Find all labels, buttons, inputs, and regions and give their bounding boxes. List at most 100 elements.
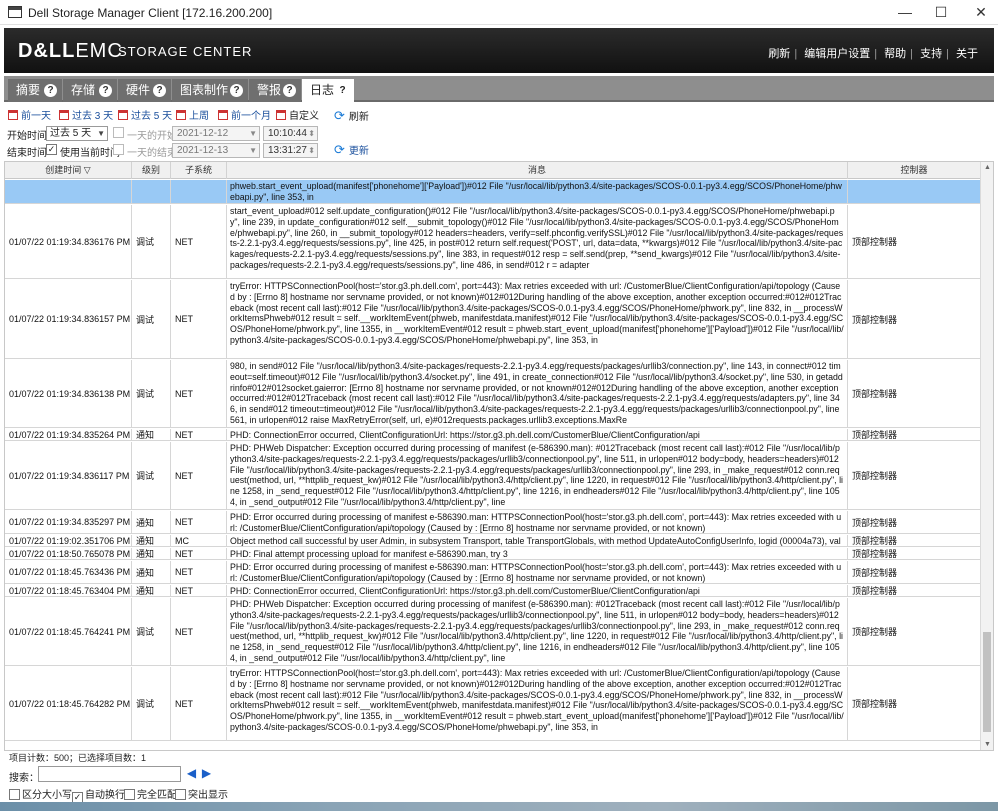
range-previous-day-button[interactable]: 前一天 (8, 110, 51, 124)
end-of-day-checkbox[interactable] (113, 144, 124, 155)
calendar-icon (59, 110, 69, 120)
cell-subsystem: NET (171, 667, 227, 740)
cell-message: 980, in send#012 File "/usr/local/lib/py… (227, 360, 848, 427)
column-controller[interactable]: 控制器 (848, 162, 981, 179)
option-word-wrap[interactable]: ✓ 自动换行 (72, 786, 125, 803)
header-link-about[interactable]: 关于 (954, 48, 980, 60)
help-icon[interactable]: ? (230, 84, 243, 97)
header-link-refresh[interactable]: 刷新 (766, 48, 792, 60)
search-bar: 搜索： ◀ ▶ (4, 765, 994, 784)
tab-label: 日志 (310, 83, 335, 97)
checkbox[interactable] (9, 789, 20, 800)
header-link-support[interactable]: 支持 (918, 48, 944, 60)
table-row[interactable]: 01/07/22 01:19:34.836176 PM 调试 NET start_ev… (5, 205, 981, 279)
checkbox[interactable] (124, 789, 135, 800)
table-row[interactable]: 01/07/22 01:19:34.836138 PM 调试 NET 980, in … (5, 360, 981, 428)
table-row[interactable]: 01/07/22 01:19:34.835297 PM 通知 NET PHD: Err… (5, 511, 981, 534)
cell-level: 通知 (132, 511, 171, 533)
search-previous-icon[interactable]: ◀ (186, 766, 197, 780)
scrollbar-thumb[interactable] (983, 632, 991, 732)
range-past-5-days-button[interactable]: 过去 5 天 (118, 110, 172, 124)
column-subsystem[interactable]: 子系统 (171, 162, 227, 179)
tab-label: 硬件 (126, 83, 151, 97)
column-message[interactable]: 消息 (227, 162, 848, 179)
range-last-week-button[interactable]: 上周 (176, 110, 209, 124)
range-previous-month-button[interactable]: 前一个月 (218, 110, 271, 124)
start-of-day-checkbox[interactable] (113, 127, 124, 138)
cell-message: tryError: HTTPSConnectionPool(host='stor… (227, 280, 848, 358)
cell-subsystem: NET (171, 280, 227, 358)
help-icon[interactable]: ? (336, 84, 349, 97)
cell-created-time: 01/07/22 01:18:45.763436 PM (5, 561, 132, 583)
scroll-down-icon[interactable]: ▼ (984, 741, 991, 748)
table-header: 创建时间 ▽ 级别 子系统 消息 控制器 (5, 162, 981, 179)
cell-subsystem: MC (171, 535, 227, 546)
log-table: 创建时间 ▽ 级别 子系统 消息 控制器 phweb.start_event_u… (4, 161, 994, 751)
range-custom-button[interactable]: 自定义 (276, 110, 319, 124)
help-icon[interactable]: ? (44, 84, 57, 97)
cell-message: PHD: ConnectionError occurred, ClientCon… (227, 585, 848, 596)
scroll-up-icon[interactable]: ▲ (984, 164, 991, 171)
option-case-sensitive[interactable]: 区分大小写 (9, 786, 72, 801)
cell-created-time: 01/07/22 01:19:34.836117 PM (5, 442, 132, 509)
cell-created-time: 01/07/22 01:19:34.835297 PM (5, 511, 132, 533)
refresh-button[interactable]: ⟳ 刷新 (334, 108, 369, 124)
tab-storage[interactable]: 存储 ? (63, 79, 117, 102)
tab-label: 警报 (257, 83, 282, 97)
chevron-down-icon: ▼ (249, 146, 257, 155)
start-date-field[interactable]: 2021-12-12 ▼ (172, 126, 260, 141)
column-created-time[interactable]: 创建时间 ▽ (5, 162, 132, 179)
table-row[interactable]: 01/07/22 01:19:34.836117 PM 调试 NET PHD: PHW… (5, 442, 981, 510)
table-row[interactable]: 01/07/22 01:18:50.765078 PM 通知 NET PHD: Fin… (5, 548, 981, 560)
search-label: 搜索： (9, 773, 39, 784)
start-time-select[interactable]: 过去 5 天 ▼ (46, 126, 108, 141)
table-row[interactable]: phweb.start_event_upload(manifest['phone… (5, 180, 981, 204)
search-next-icon[interactable]: ▶ (201, 766, 212, 780)
tab-hardware[interactable]: 硬件 ? (118, 79, 171, 102)
range-past-3-days-button[interactable]: 过去 3 天 (59, 110, 113, 124)
calendar-icon (218, 110, 228, 120)
header-link-edit-user-settings[interactable]: 编辑用户设置 (802, 48, 872, 60)
close-button[interactable]: ✕ (958, 0, 998, 25)
tab-logs[interactable]: 日志 ? (302, 79, 354, 102)
end-date-field[interactable]: 2021-12-13 ▼ (172, 143, 260, 158)
cell-message: PHD: Final attempt processing upload for… (227, 548, 848, 559)
table-row[interactable]: 01/07/22 01:19:34.836157 PM 调试 NET tryError… (5, 280, 981, 359)
tab-alerts[interactable]: 警报 ? (249, 79, 301, 102)
product-name: STORAGE CENTER (118, 44, 253, 59)
option-exact-match[interactable]: 完全匹配 (124, 786, 177, 801)
cell-controller: 顶部控制器 (848, 535, 981, 546)
cell-message: PHD: Error occurred during processing of… (227, 561, 848, 583)
tab-charting[interactable]: 图表制作 ? (172, 79, 248, 102)
spinner-icon: ⬍ (308, 129, 315, 138)
checkbox[interactable] (175, 789, 186, 800)
header-link-help[interactable]: 帮助 (882, 48, 908, 60)
cell-controller (848, 180, 981, 203)
help-icon[interactable]: ? (283, 84, 296, 97)
help-icon[interactable]: ? (99, 84, 112, 97)
chevron-down-icon: ▼ (249, 129, 257, 138)
table-row[interactable]: 01/07/22 01:19:02.351706 PM 通知 MC Object me… (5, 535, 981, 547)
refresh-icon: ⟳ (334, 108, 345, 123)
start-time-field[interactable]: 10:10:44 ⬍ (263, 126, 318, 141)
search-input[interactable] (38, 766, 181, 782)
table-row[interactable]: 01/07/22 01:18:45.764282 PM 调试 NET tryError… (5, 667, 981, 741)
cell-subsystem (171, 180, 227, 203)
option-highlight[interactable]: 突出显示 (175, 786, 228, 801)
table-row[interactable]: 01/07/22 01:18:45.764241 PM 调试 NET PHD: PHW… (5, 598, 981, 666)
help-icon[interactable]: ? (153, 84, 166, 97)
cell-subsystem: NET (171, 511, 227, 533)
calendar-icon (118, 110, 128, 120)
table-row[interactable]: 01/07/22 01:18:45.763404 PM 通知 NET PHD: Con… (5, 585, 981, 597)
update-button[interactable]: ⟳ 更新 (334, 143, 369, 158)
end-time-field[interactable]: 13:31:27 ⬍ (263, 143, 318, 158)
column-level[interactable]: 级别 (132, 162, 171, 179)
table-row[interactable]: 01/07/22 01:19:34.835264 PM 通知 NET PHD: Con… (5, 429, 981, 441)
cell-message: start_event_upload#012 self.update_confi… (227, 205, 848, 278)
tab-summary[interactable]: 摘要 ? (8, 79, 62, 102)
use-current-time-checkbox[interactable]: ✓ (46, 144, 57, 155)
cell-controller: 顶部控制器 (848, 280, 981, 358)
calendar-icon (276, 110, 286, 120)
table-row[interactable]: 01/07/22 01:18:45.763436 PM 通知 NET PHD: Err… (5, 561, 981, 584)
vertical-scrollbar[interactable]: ▲ ▼ (980, 162, 993, 750)
